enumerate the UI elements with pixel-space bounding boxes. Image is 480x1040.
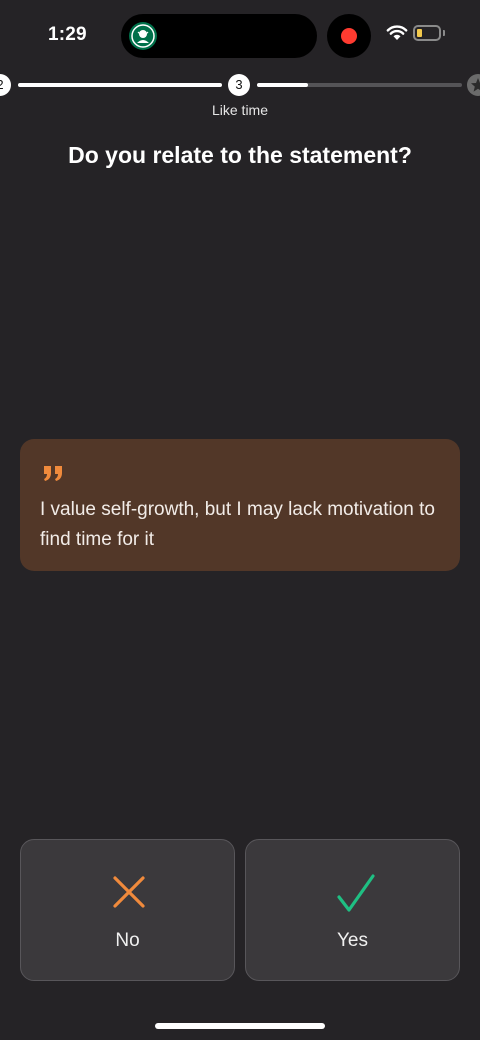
progress-line-completed [18,83,222,87]
step-progress: 2 3 Like time [0,72,480,118]
no-button[interactable]: No [20,839,235,981]
dynamic-island [121,14,317,58]
home-indicator[interactable] [155,1023,325,1029]
no-label: No [115,930,140,951]
starbucks-logo-icon [129,22,157,50]
statement-card: I value self-growth, but I may lack moti… [20,439,460,571]
battery-level [417,29,422,37]
x-icon [111,874,147,910]
check-icon [336,874,375,912]
recording-indicator [327,14,371,58]
status-time: 1:29 [48,24,87,45]
recording-dot-icon [341,28,357,44]
yes-button[interactable]: Yes [245,839,460,981]
step-3-indicator: 3 [228,74,250,96]
statement-text: I value self-growth, but I may lack moti… [40,499,435,550]
status-bar: 1:29 [0,0,480,72]
battery-icon [413,25,441,41]
step-2-indicator: 2 [0,74,11,96]
yes-label: Yes [337,930,368,951]
progress-line-current-fill [257,83,309,87]
quote-icon [42,464,66,487]
step-label: Like time [211,102,269,118]
page-title: Do you relate to the statement? [68,142,412,168]
wifi-icon [386,25,408,46]
battery-tip [443,30,445,36]
star-icon [467,74,480,96]
